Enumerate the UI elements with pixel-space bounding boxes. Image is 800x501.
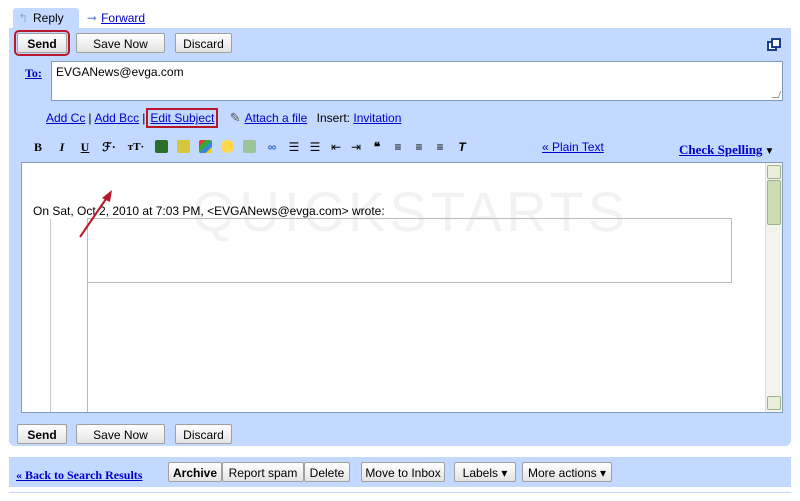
save-now-button[interactable]: Save Now bbox=[76, 33, 165, 53]
underline-button[interactable]: U bbox=[80, 138, 90, 156]
paperclip-icon: ✎ bbox=[229, 110, 241, 125]
editor-scrollbar[interactable] bbox=[765, 163, 782, 412]
compose-panel: ↰ Reply ➞ Forward Send Save Now Discard T… bbox=[9, 0, 791, 446]
check-spelling-label[interactable]: Check Spelling bbox=[679, 142, 762, 157]
quoted-content-box bbox=[87, 218, 732, 283]
emoticon-icon[interactable] bbox=[221, 140, 234, 153]
forward-link[interactable]: ➞ Forward bbox=[87, 11, 145, 25]
discard-button[interactable]: Discard bbox=[175, 33, 232, 53]
formatting-toolbar: B I U ℱ· тT· ∞ ☰ ☰ ⇤ ⇥ ❝ ≡ ≡ ≡ T « Plain… bbox=[29, 138, 789, 158]
resize-grip-icon[interactable] bbox=[771, 91, 782, 98]
add-cc-link[interactable]: Add Cc bbox=[46, 111, 85, 125]
indent-less-icon[interactable]: ⇤ bbox=[329, 138, 343, 156]
quoted-content-box bbox=[87, 282, 732, 412]
message-editor[interactable]: QUICKSTARTS On Sat, Oct 2, 2010 at 7:03 … bbox=[21, 162, 783, 413]
numbered-list-icon[interactable]: ☰ bbox=[287, 138, 301, 156]
popout-icon[interactable] bbox=[767, 38, 781, 52]
bulleted-list-icon[interactable]: ☰ bbox=[308, 138, 322, 156]
labels-button[interactable]: Labels ▾ bbox=[454, 462, 516, 482]
send-button-bottom[interactable]: Send bbox=[17, 424, 67, 444]
action-bar: « Back to Search Results Archive Report … bbox=[0, 452, 800, 501]
separator: | bbox=[142, 111, 146, 125]
quote-border bbox=[50, 219, 51, 412]
insert-label: Insert: bbox=[316, 111, 351, 125]
align-left-icon[interactable]: ≡ bbox=[391, 138, 405, 156]
image-icon[interactable] bbox=[243, 140, 256, 153]
check-spelling-button[interactable]: Check Spelling ▼ bbox=[679, 142, 774, 158]
align-right-icon[interactable]: ≡ bbox=[433, 138, 447, 156]
forward-arrow-icon: ➞ bbox=[87, 11, 98, 25]
indent-more-icon[interactable]: ⇥ bbox=[349, 138, 363, 156]
separator: | bbox=[88, 111, 92, 125]
compose-links-row: Add Cc | Add Bcc | Edit Subject ✎ Attach a fi… bbox=[46, 108, 401, 128]
font-icon[interactable]: ℱ· bbox=[99, 138, 119, 156]
scroll-down-icon[interactable] bbox=[767, 396, 781, 410]
chevron-down-icon: ▼ bbox=[764, 146, 775, 157]
to-field[interactable]: EVGANews@evga.com bbox=[51, 61, 783, 101]
move-to-inbox-button[interactable]: Move to Inbox bbox=[361, 462, 445, 482]
link-icon[interactable]: ∞ bbox=[265, 138, 279, 156]
remove-formatting-icon[interactable]: T bbox=[455, 138, 469, 156]
forward-label[interactable]: Forward bbox=[101, 11, 145, 25]
plain-text-link[interactable]: « Plain Text bbox=[542, 140, 604, 154]
italic-button[interactable]: I bbox=[57, 138, 67, 156]
to-label[interactable]: To: bbox=[25, 66, 42, 81]
send-button[interactable]: Send bbox=[14, 30, 70, 56]
reply-bar: ↰ Reply ➞ Forward bbox=[9, 0, 791, 28]
reply-tab[interactable]: ↰ Reply bbox=[13, 8, 79, 28]
scrollbar-thumb[interactable] bbox=[767, 180, 781, 225]
reply-label: Reply bbox=[33, 11, 64, 25]
back-to-search-link[interactable]: « Back to Search Results bbox=[16, 468, 142, 483]
attach-file-link[interactable]: Attach a file bbox=[245, 111, 308, 125]
quote-icon[interactable]: ❝ bbox=[370, 138, 384, 156]
to-value: EVGANews@evga.com bbox=[56, 65, 184, 79]
reply-arrow-icon: ↰ bbox=[18, 11, 29, 25]
action-bar-panel: « Back to Search Results Archive Report … bbox=[9, 457, 791, 487]
add-bcc-link[interactable]: Add Bcc bbox=[94, 111, 139, 125]
report-spam-button[interactable]: Report spam bbox=[222, 462, 304, 482]
delete-button[interactable]: Delete bbox=[304, 462, 350, 482]
scroll-up-icon[interactable] bbox=[767, 165, 781, 179]
highlight-color-icon[interactable] bbox=[177, 140, 190, 153]
more-actions-button[interactable]: More actions ▾ bbox=[522, 462, 612, 482]
align-center-icon[interactable]: ≡ bbox=[412, 138, 426, 156]
edit-subject-link[interactable]: Edit Subject bbox=[146, 108, 219, 128]
annotation-arrow-icon bbox=[79, 190, 112, 238]
google-icon[interactable] bbox=[199, 140, 212, 153]
divider bbox=[9, 492, 791, 493]
invitation-link[interactable]: Invitation bbox=[353, 111, 401, 125]
text-color-icon[interactable] bbox=[155, 140, 168, 153]
save-now-button-bottom[interactable]: Save Now bbox=[76, 424, 165, 444]
discard-button-bottom[interactable]: Discard bbox=[175, 424, 232, 444]
font-size-icon[interactable]: тT· bbox=[125, 138, 147, 156]
archive-button[interactable]: Archive bbox=[168, 462, 222, 482]
bold-button[interactable]: B bbox=[33, 138, 43, 156]
